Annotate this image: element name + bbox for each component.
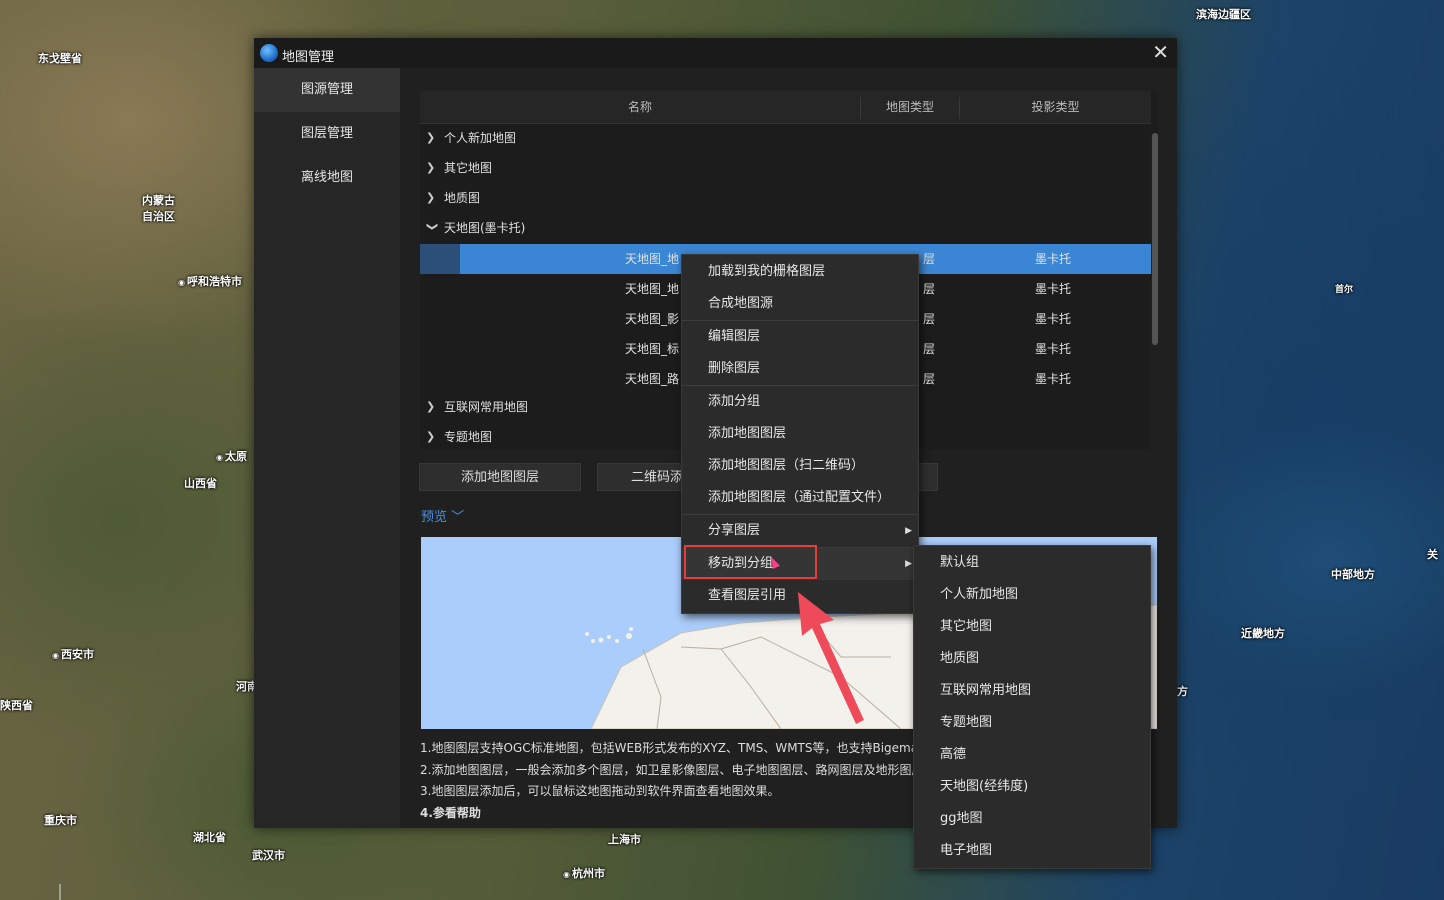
submenu-item-internet[interactable]: 互联网常用地图 (914, 675, 1150, 707)
map-label: 内蒙古 自治区 (142, 193, 175, 225)
map-label: 武汉市 (252, 849, 285, 862)
map-label: 陕西省 (0, 699, 33, 712)
chevron-down-icon: ﹀ (451, 510, 465, 525)
map-label-line: 内蒙古 自治区 (142, 194, 175, 223)
window-title: 地图管理 (282, 50, 335, 65)
submenu-item-personal[interactable]: 个人新加地图 (914, 579, 1150, 611)
row-indent (420, 244, 460, 274)
preview-toggle[interactable]: 预览 ﹀ (421, 506, 464, 525)
layer-map-type: 层 (923, 282, 936, 296)
map-label: 东戈壁省 (38, 52, 82, 65)
submenu-item-electronic[interactable]: 电子地图 (914, 835, 1150, 867)
chevron-right-icon[interactable]: ❯ (426, 123, 438, 153)
column-header-projection[interactable]: 投影类型 (960, 91, 1151, 123)
map-label: 滨海边疆区 (1196, 8, 1251, 21)
submenu-item-other[interactable]: 其它地图 (914, 611, 1150, 643)
layer-map-type: 层 (923, 312, 936, 326)
layer-name: 天地图_地 (625, 282, 680, 296)
layer-projection: 墨卡托 (1035, 312, 1072, 326)
chevron-right-icon[interactable]: ❯ (426, 422, 438, 449)
menu-item-edit-layer[interactable]: 编辑图层 (682, 321, 918, 353)
map-label: 湖北省 (193, 831, 226, 844)
menu-item-delete-layer[interactable]: 删除图层 (682, 353, 918, 386)
submenu-item-geology[interactable]: 地质图 (914, 643, 1150, 675)
menu-item-share-layer[interactable]: 分享图层 ▶ (682, 515, 918, 548)
menu-item-add-group[interactable]: 添加分组 (682, 386, 918, 418)
submenu-arrow-icon: ▶ (905, 526, 912, 536)
group-label: 专题地图 (444, 430, 493, 444)
sidebar-item-layers[interactable]: 图层管理 (254, 112, 400, 156)
layer-map-type: 层 (923, 342, 936, 356)
layer-projection: 墨卡托 (1035, 282, 1072, 296)
sidebar: 图源管理 图层管理 离线地图 (254, 68, 400, 828)
submenu-item-default[interactable]: 默认组 (914, 547, 1150, 579)
close-icon[interactable]: ✕ (1152, 41, 1169, 63)
app-logo-icon (260, 44, 278, 62)
layer-name: 天地图_影 (625, 312, 680, 326)
group-label: 个人新加地图 (444, 131, 517, 145)
map-label: 关 (1427, 548, 1438, 561)
chevron-right-icon[interactable]: ❯ (426, 153, 438, 183)
table-header: 名称 地图类型 投影类型 (420, 91, 1151, 124)
menu-item-label: 移动到分组 (708, 556, 774, 571)
layer-map-type: 层 (923, 252, 936, 266)
add-map-layer-button[interactable]: 添加地图图层 (419, 463, 581, 491)
annotation-arrow-icon (798, 592, 864, 724)
chevron-right-icon[interactable]: ❯ (426, 183, 438, 213)
group-row[interactable]: ❯ 个人新加地图 (420, 123, 1151, 153)
group-label: 其它地图 (444, 161, 493, 175)
layer-name: 天地图_地 (625, 252, 680, 266)
group-label: 天地图(墨卡托) (444, 221, 526, 235)
preview-label: 预览 (421, 510, 448, 525)
group-label: 互联网常用地图 (444, 400, 529, 414)
group-row-expanded[interactable]: ❯ 天地图(墨卡托) (420, 213, 1151, 243)
group-row[interactable]: ❯ 地质图 (420, 183, 1151, 213)
menu-item-add-layer[interactable]: 添加地图图层 (682, 418, 918, 450)
submenu-arrow-icon: ▶ (905, 559, 912, 569)
map-label: 中部地方 (1331, 568, 1375, 581)
layer-name: 天地图_标 (625, 342, 680, 356)
map-label: 上海市 (608, 833, 641, 846)
chevron-down-icon[interactable]: ❯ (420, 222, 447, 234)
group-row[interactable]: ❯ 其它地图 (420, 153, 1151, 183)
chevron-right-icon[interactable]: ❯ (426, 392, 438, 422)
menu-item-add-layer-config[interactable]: 添加地图图层（通过配置文件） (682, 482, 918, 515)
hidden-button[interactable] (918, 463, 938, 491)
menu-item-label: 分享图层 (708, 523, 761, 538)
group-label: 地质图 (444, 191, 481, 205)
vertical-scrollbar-thumb[interactable] (1152, 133, 1158, 345)
submenu-item-gg[interactable]: gg地图 (914, 803, 1150, 835)
move-to-group-submenu: 默认组 个人新加地图 其它地图 地质图 互联网常用地图 专题地图 高德 天地图(… (913, 545, 1151, 869)
layer-projection: 墨卡托 (1035, 372, 1072, 386)
sidebar-item-source[interactable]: 图源管理 (254, 68, 400, 112)
menu-item-add-layer-qr[interactable]: 添加地图图层（扫二维码） (682, 450, 918, 482)
column-header-name[interactable]: 名称 (420, 91, 860, 123)
layer-projection: 墨卡托 (1035, 342, 1072, 356)
map-label: 首尔 (1335, 285, 1354, 295)
column-header-map-type[interactable]: 地图类型 (861, 91, 959, 123)
menu-item-compose-source[interactable]: 合成地图源 (682, 288, 918, 321)
menu-item-move-to-group[interactable]: 移动到分组 ▶ (682, 548, 918, 580)
map-label: 杭州市 (563, 865, 605, 881)
sidebar-item-offline[interactable]: 离线地图 (254, 156, 400, 200)
map-label: 重庆市 (44, 814, 77, 827)
bottom-scroll-indicator (59, 884, 61, 900)
layer-map-type: 层 (923, 372, 936, 386)
submenu-item-thematic[interactable]: 专题地图 (914, 707, 1150, 739)
map-label: 西安市 (52, 646, 94, 662)
menu-item-load-raster[interactable]: 加载到我的栅格图层 (682, 256, 918, 288)
context-menu: 加载到我的栅格图层 合成地图源 编辑图层 删除图层 添加分组 添加地图图层 添加… (681, 254, 919, 614)
layer-name: 天地图_路 (625, 372, 680, 386)
map-label: 近畿地方 (1241, 627, 1285, 640)
map-label: 山西省 (184, 477, 217, 490)
map-label: 呼和浩特市 (178, 273, 242, 289)
layer-projection: 墨卡托 (1035, 252, 1072, 266)
map-label: 方 (1177, 685, 1188, 698)
submenu-item-tianditu-latlng[interactable]: 天地图(经纬度) (914, 771, 1150, 803)
submenu-item-gaode[interactable]: 高德 (914, 739, 1150, 771)
title-bar[interactable]: 地图管理 ✕ (254, 38, 1177, 68)
map-label: 太原 (216, 448, 247, 464)
